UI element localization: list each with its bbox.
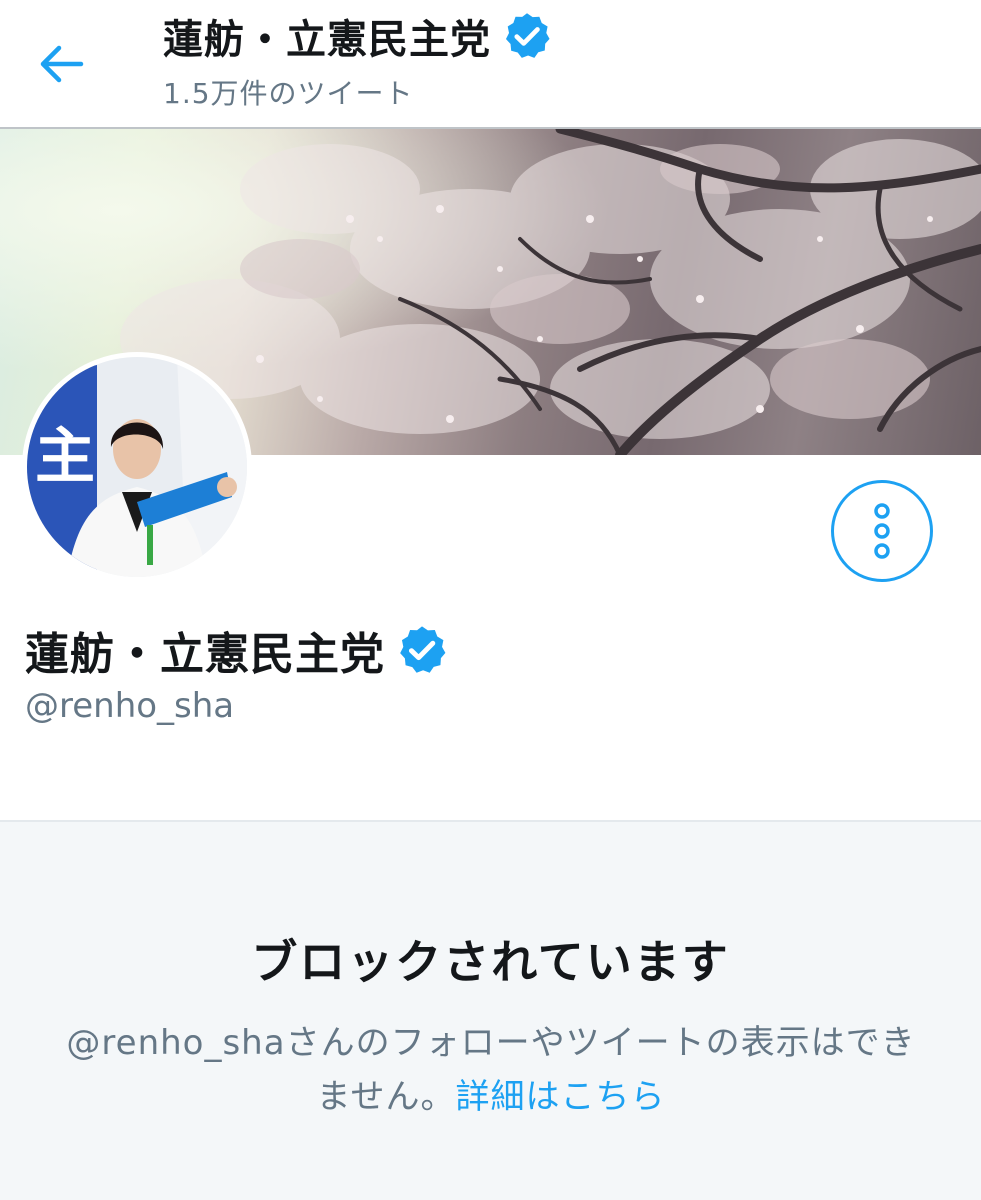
svg-text:主: 主 — [35, 422, 95, 492]
learn-more-link[interactable]: 詳細はこちら — [455, 1077, 665, 1117]
more-options-button[interactable] — [831, 480, 933, 582]
avatar[interactable]: 主 — [22, 352, 252, 582]
arrow-left-icon — [40, 45, 84, 83]
top-bar: 蓮舫・立憲民主党 1.5万件のツイート — [0, 0, 981, 129]
blocked-title: ブロックされています — [251, 935, 730, 989]
tweet-count: 1.5万件のツイート — [163, 77, 414, 110]
verified-badge-icon — [505, 13, 550, 58]
vertical-ellipsis-icon — [874, 503, 890, 559]
profile-name-row: 蓮舫・立憲民主党 — [25, 618, 449, 682]
header-title-row: 蓮舫・立憲民主党 — [163, 6, 553, 66]
profile-display-name: 蓮舫・立憲民主党 — [25, 629, 385, 680]
blocked-description: @renho_shaさんのフォローやツイートの表示はできません。詳細はこちら — [56, 1016, 926, 1124]
blocked-notice: ブロックされています @renho_shaさんのフォローやツイートの表示はできま… — [0, 820, 981, 1200]
profile-handle: @renho_sha — [25, 686, 235, 726]
profile-photo: 主 — [27, 357, 247, 577]
back-button[interactable] — [30, 36, 94, 92]
verified-badge-icon — [400, 626, 446, 673]
header-title: 蓮舫・立憲民主党 — [163, 17, 491, 63]
